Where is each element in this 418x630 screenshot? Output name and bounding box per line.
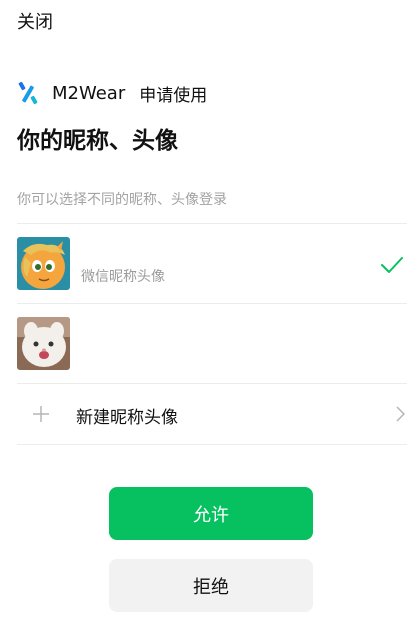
account-option-wechat[interactable]: 微信昵称头像 xyxy=(0,224,418,303)
pony-avatar xyxy=(17,237,70,290)
app-request-text: 申请使用 xyxy=(139,85,208,106)
cat-avatar xyxy=(17,317,70,370)
subtitle: 你可以选择不同的昵称、头像登录 xyxy=(17,192,227,208)
account-option-cat[interactable] xyxy=(0,304,418,383)
new-profile-label: 新建昵称头像 xyxy=(76,408,178,428)
plus-icon xyxy=(33,406,49,422)
allow-button[interactable]: 允许 xyxy=(109,487,313,540)
divider xyxy=(17,444,407,445)
check-icon xyxy=(381,257,403,273)
page-title: 你的昵称、头像 xyxy=(17,128,178,154)
app-name: M2Wear xyxy=(52,82,126,104)
new-profile-row[interactable]: 新建昵称头像 xyxy=(0,384,418,444)
app-request-row: M2Wear 申请使用 xyxy=(18,79,207,107)
deny-button[interactable]: 拒绝 xyxy=(109,559,313,612)
close-button[interactable]: 关闭 xyxy=(17,10,53,36)
account-label: 微信昵称头像 xyxy=(81,269,165,285)
chevron-right-icon xyxy=(396,406,405,422)
m2wear-logo-icon xyxy=(18,81,38,105)
